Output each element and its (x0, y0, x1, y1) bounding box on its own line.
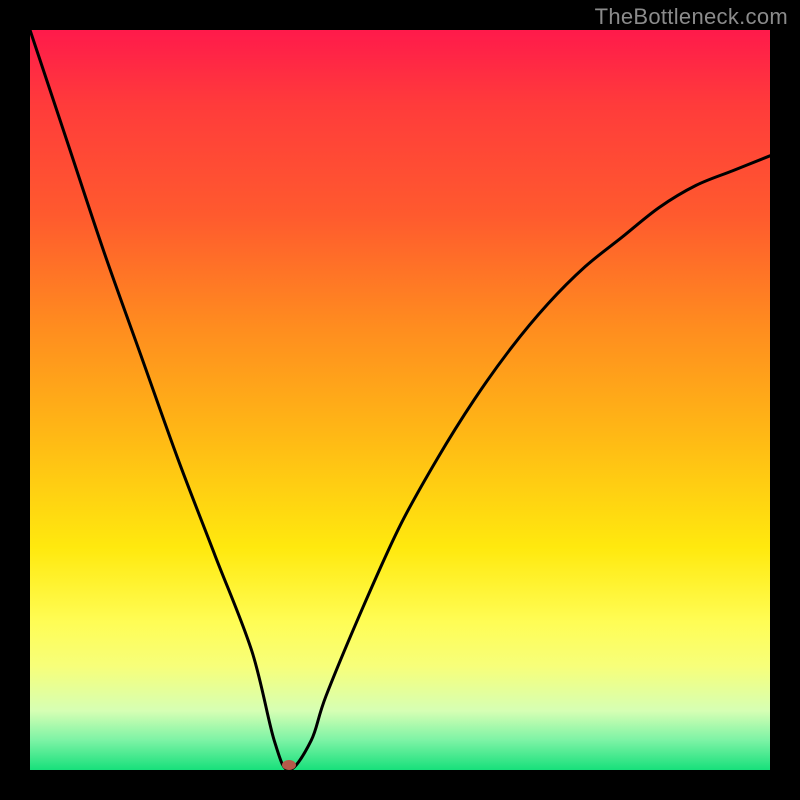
min-point-marker (282, 760, 296, 770)
chart-frame: TheBottleneck.com (0, 0, 800, 800)
curve-svg (30, 30, 770, 770)
watermark-text: TheBottleneck.com (595, 4, 788, 30)
bottleneck-curve (30, 30, 770, 770)
plot-area (30, 30, 770, 770)
